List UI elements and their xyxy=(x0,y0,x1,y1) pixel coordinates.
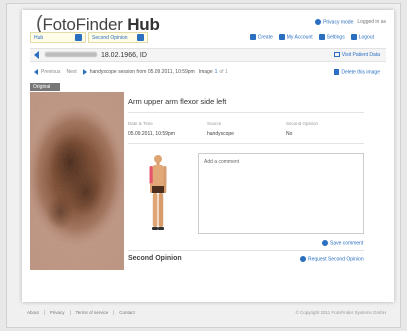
body-arm-highlighted xyxy=(149,166,153,184)
date-column: Date & Time 05.09.2011, 10:59pm xyxy=(128,121,175,137)
delete-image-label: Delete this image xyxy=(341,69,380,76)
session-text: handyscope session from 05.09.2011, 10:5… xyxy=(89,69,195,75)
toolbar: Hub Second Opinion Create My Account Set… xyxy=(30,32,386,43)
save-comment-button[interactable]: Save comment xyxy=(322,240,363,246)
redacted-name xyxy=(45,52,97,58)
source-label: Source xyxy=(207,121,222,126)
gear-icon xyxy=(318,34,325,41)
toolbar-actions: Create My Account Settings Logout xyxy=(249,34,374,41)
footer-copyright: © Copyright 2011 FotoFinder Systems GmbH xyxy=(295,309,386,315)
create-icon xyxy=(249,34,256,41)
source-value: handyscope xyxy=(207,131,234,137)
body-map-figure[interactable] xyxy=(143,153,173,235)
trash-icon xyxy=(334,68,340,75)
image-label: Image xyxy=(198,69,213,75)
footer-terms-link[interactable]: Terms of service xyxy=(71,309,115,315)
settings-label: Settings xyxy=(326,34,345,41)
footer-links: About Privacy Terms of service Contact xyxy=(22,309,140,315)
footer: About Privacy Terms of service Contact ©… xyxy=(22,306,394,318)
logout-label: Logout xyxy=(358,34,374,41)
footer-contact-link[interactable]: Contact xyxy=(114,310,140,315)
privacy-mode-label: Privacy mode xyxy=(323,19,354,26)
next-link[interactable]: Next xyxy=(66,69,76,75)
divider xyxy=(128,250,364,251)
power-icon xyxy=(350,34,357,41)
comment-textarea[interactable]: Add a comment xyxy=(198,153,364,234)
image-total: of 1 xyxy=(219,69,228,75)
my-account-label: My Account xyxy=(286,34,313,41)
second-opinion-selector-label: Second Opinion xyxy=(92,34,128,41)
body-shorts xyxy=(152,186,164,193)
divider xyxy=(128,112,364,113)
logged-in-text: Logged in as xyxy=(357,19,386,26)
request-second-opinion-link[interactable]: Request Second Opinion xyxy=(300,256,364,262)
body-torso xyxy=(152,165,164,187)
body-head xyxy=(154,155,162,163)
lesion-location: Arm upper arm flexor side left xyxy=(128,97,227,106)
my-account-button[interactable]: My Account xyxy=(278,34,313,41)
body-leg xyxy=(158,193,164,227)
visit-patient-data-label: Visit Patient Data xyxy=(341,52,380,58)
back-arrow-icon[interactable] xyxy=(34,51,39,59)
date-value: 05.09.2011, 10:59pm xyxy=(128,131,175,137)
next-arrow-icon[interactable] xyxy=(82,69,87,75)
delete-image-link[interactable]: Delete this image xyxy=(334,68,380,76)
create-button[interactable]: Create xyxy=(249,34,273,41)
second-opinion-label: Second Opinion xyxy=(286,121,319,126)
request-icon xyxy=(300,256,306,262)
lesion-image xyxy=(30,92,124,270)
second-opinion-title: Second Opinion xyxy=(128,255,182,262)
visit-patient-data-link[interactable]: Visit Patient Data xyxy=(333,52,380,58)
divider xyxy=(128,143,364,144)
footer-about-link[interactable]: About xyxy=(22,309,45,315)
patient-bar: 18.02.1966, ID Visit Patient Data xyxy=(30,48,386,62)
create-label: Create xyxy=(257,34,273,41)
hub-dropdown-icon xyxy=(75,34,82,41)
hub-selector[interactable]: Hub xyxy=(30,32,86,43)
source-column: Source handyscope xyxy=(207,121,234,137)
edit-icon xyxy=(333,52,340,58)
body-foot xyxy=(158,227,164,230)
info-icon xyxy=(315,19,322,25)
second-opinion-column: Second Opinion No xyxy=(286,121,318,137)
previous-arrow-icon[interactable] xyxy=(34,69,38,75)
second-opinion-value: No xyxy=(286,131,293,137)
second-opinion-dropdown-icon xyxy=(137,34,144,41)
privacy-mode-link[interactable]: Privacy mode xyxy=(315,19,353,25)
date-label: Date & Time xyxy=(128,121,153,126)
footer-privacy-link[interactable]: Privacy xyxy=(45,309,71,315)
hub-selector-label: Hub xyxy=(34,34,44,41)
user-icon xyxy=(278,34,285,41)
second-opinion-selector[interactable]: Second Opinion xyxy=(88,32,148,43)
body-forearm xyxy=(163,183,167,193)
body-leg xyxy=(152,193,158,227)
patient-dob-id: 18.02.1966, ID xyxy=(100,51,147,59)
previous-link[interactable]: Previous xyxy=(41,69,60,75)
dermoscopy-image[interactable] xyxy=(30,92,124,270)
body-arm xyxy=(163,166,167,184)
logout-button[interactable]: Logout xyxy=(350,34,374,41)
save-comment-label: Save comment xyxy=(330,240,364,247)
image-index: 1 xyxy=(214,69,218,75)
image-tab-original[interactable]: Original xyxy=(30,83,60,91)
request-second-opinion-label: Request Second Opinion xyxy=(308,256,364,263)
session-bar: Previous Next handyscope session from 05… xyxy=(30,67,386,77)
patient-name: 18.02.1966, ID xyxy=(45,52,147,59)
body-foot xyxy=(152,227,158,230)
check-icon xyxy=(322,240,328,246)
settings-button[interactable]: Settings xyxy=(318,34,345,41)
top-links: Privacy mode Logged in as xyxy=(315,19,386,25)
